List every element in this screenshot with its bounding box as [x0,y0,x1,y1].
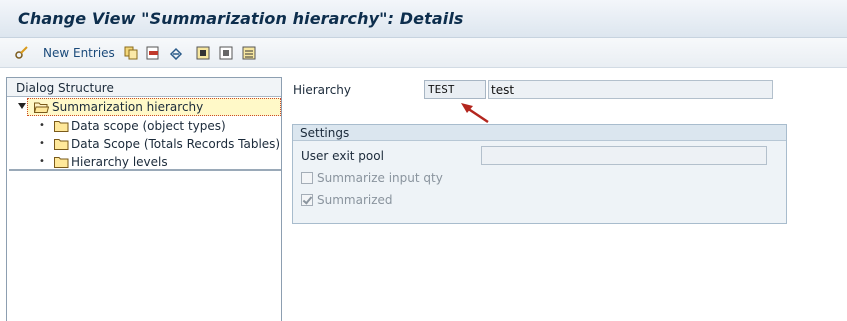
summarize-input-qty-checkbox[interactable] [301,172,313,184]
settings-group-title: Settings [300,126,350,140]
dialog-structure-title: Dialog Structure [16,81,114,95]
hierarchy-text-field[interactable]: test [488,80,773,99]
hierarchy-code-field[interactable]: TEST [424,80,486,99]
dialog-structure-header: Dialog Structure [7,78,281,97]
select-all-icon[interactable] [196,46,210,60]
summarized-checkbox[interactable] [301,194,313,206]
tree-node-data-scope-object-types[interactable]: Data scope (object types) [52,118,282,136]
window-title: Change View "Summarization hierarchy": D… [18,9,464,28]
folder-icon [54,121,69,132]
folder-icon [54,157,69,168]
title-bar: Change View "Summarization hierarchy": D… [0,0,847,38]
tree-node-summarization-hierarchy[interactable]: Summarization hierarchy [27,98,281,116]
hierarchy-label: Hierarchy [293,83,352,97]
tree-node-label: Data scope (object types) [71,119,226,133]
new-entries-button[interactable]: New Entries [43,46,115,60]
deselect-all-icon[interactable] [242,46,256,60]
undo-icon[interactable] [169,46,183,60]
application-toolbar: New Entries [0,38,847,68]
edit-glasses-icon[interactable] [15,46,29,60]
delete-icon[interactable] [146,46,160,60]
tree-bullet: • [39,138,45,149]
dialog-structure-panel: Dialog Structure Summarization hierarchy… [6,77,282,321]
tree-node-label: Data Scope (Totals Records Tables) [71,137,281,151]
tree-node-label: Summarization hierarchy [52,100,204,114]
settings-group-header: Settings [293,125,786,141]
copy-icon[interactable] [124,46,138,60]
tree-bullet: • [39,156,45,167]
folder-icon [54,139,69,150]
summarized-label: Summarized [317,193,393,207]
panel-splitter[interactable] [9,169,281,171]
summarize-input-qty-label: Summarize input qty [317,171,443,185]
expand-triangle-icon[interactable] [18,103,26,109]
tree-node-label: Hierarchy levels [71,155,168,169]
user-exit-pool-input[interactable] [481,146,767,165]
open-folder-icon [34,102,49,113]
tree-node-data-scope-totals-records-tables[interactable]: Data Scope (Totals Records Tables) [52,136,282,154]
select-block-icon[interactable] [219,46,233,60]
settings-group: Settings User exit pool Summarize input … [292,124,787,224]
user-exit-pool-label: User exit pool [301,149,384,163]
annotation-arrow-icon [461,103,489,124]
tree-bullet: • [39,120,45,131]
